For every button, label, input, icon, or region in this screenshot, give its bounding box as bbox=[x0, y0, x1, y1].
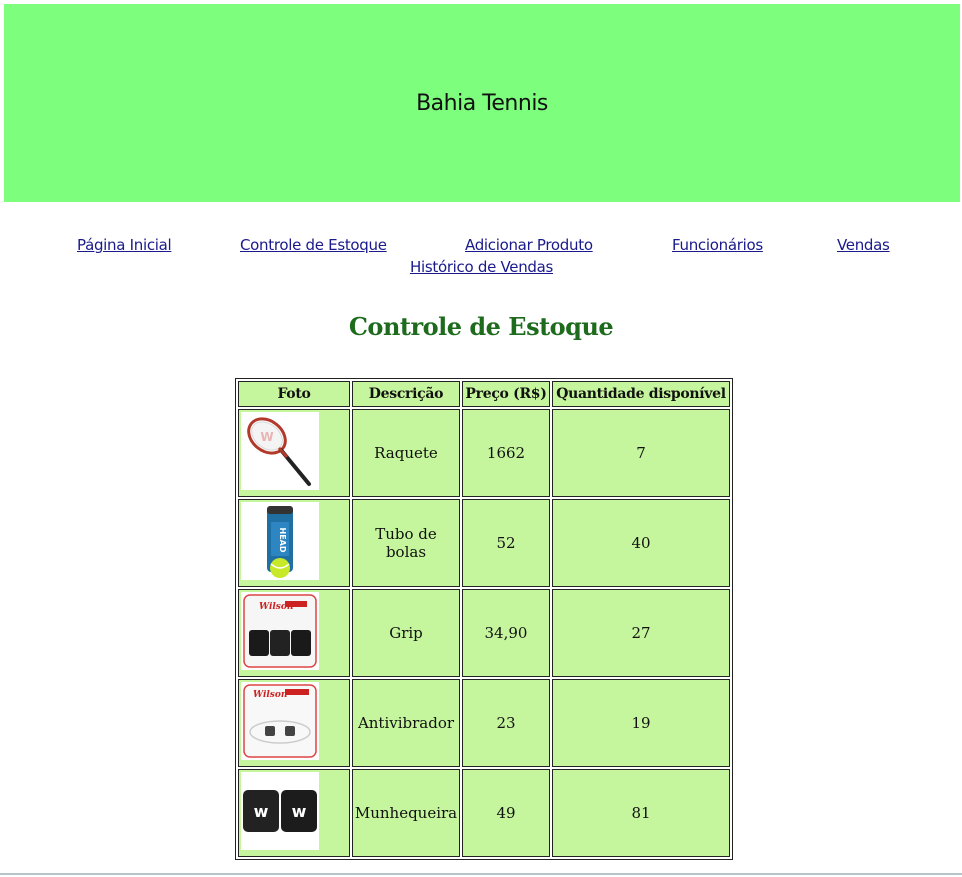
cell-descricao: Antivibrador bbox=[352, 679, 460, 767]
nav-link-vendas[interactable]: Vendas bbox=[837, 236, 890, 254]
cell-preco: 49 bbox=[462, 769, 550, 857]
wristband-photo: w w bbox=[241, 772, 319, 850]
cell-descricao: Tubo de bolas bbox=[352, 499, 460, 587]
stock-table: Foto Descrição Preço (R$) Quantidade dis… bbox=[235, 378, 733, 860]
cell-quantidade: 19 bbox=[552, 679, 730, 767]
nav-link-funcionarios[interactable]: Funcionários bbox=[672, 236, 763, 254]
svg-text:w: w bbox=[254, 802, 269, 821]
cell-quantidade: 7 bbox=[552, 409, 730, 497]
table-header-row: Foto Descrição Preço (R$) Quantidade dis… bbox=[238, 381, 730, 407]
table-row: Wilson Antivibrador 23 19 bbox=[238, 679, 730, 767]
site-title: Bahia Tennis bbox=[416, 90, 548, 116]
svg-text:HEAD: HEAD bbox=[278, 528, 287, 553]
page-title: Controle de Estoque bbox=[348, 312, 614, 341]
site-header: Bahia Tennis bbox=[4, 4, 960, 202]
cell-descricao: Grip bbox=[352, 589, 460, 677]
column-header-quantidade: Quantidade disponível bbox=[552, 381, 730, 407]
table-row: HEAD Tubo de bolas 52 40 bbox=[238, 499, 730, 587]
cell-preco: 1662 bbox=[462, 409, 550, 497]
table-row: w w Munhequeira 49 81 bbox=[238, 769, 730, 857]
ball-tube-photo: HEAD bbox=[241, 502, 319, 580]
table-row: W Raquete 1662 7 bbox=[238, 409, 730, 497]
svg-text:w: w bbox=[292, 802, 307, 821]
cell-descricao: Raquete bbox=[352, 409, 460, 497]
nav-link-pagina-inicial[interactable]: Página Inicial bbox=[77, 236, 172, 254]
column-header-descricao: Descrição bbox=[352, 381, 460, 407]
grip-photo: Wilson bbox=[241, 592, 319, 670]
cell-quantidade: 40 bbox=[552, 499, 730, 587]
table-row: Wilson Grip 34,90 27 bbox=[238, 589, 730, 677]
svg-text:W: W bbox=[260, 430, 273, 444]
svg-text:Wilson: Wilson bbox=[253, 690, 287, 700]
nav-link-controle-estoque[interactable]: Controle de Estoque bbox=[240, 236, 387, 254]
page-divider bbox=[0, 873, 962, 875]
nav-link-historico-vendas[interactable]: Histórico de Vendas bbox=[410, 258, 553, 276]
nav-link-adicionar-produto[interactable]: Adicionar Produto bbox=[465, 236, 593, 254]
cell-preco: 52 bbox=[462, 499, 550, 587]
cell-descricao: Munhequeira bbox=[352, 769, 460, 857]
column-header-foto: Foto bbox=[238, 381, 350, 407]
cell-preco: 23 bbox=[462, 679, 550, 767]
column-header-preco: Preço (R$) bbox=[462, 381, 550, 407]
racket-photo: W bbox=[241, 412, 319, 490]
cell-preco: 34,90 bbox=[462, 589, 550, 677]
dampener-photo: Wilson bbox=[241, 682, 319, 760]
cell-quantidade: 27 bbox=[552, 589, 730, 677]
cell-quantidade: 81 bbox=[552, 769, 730, 857]
